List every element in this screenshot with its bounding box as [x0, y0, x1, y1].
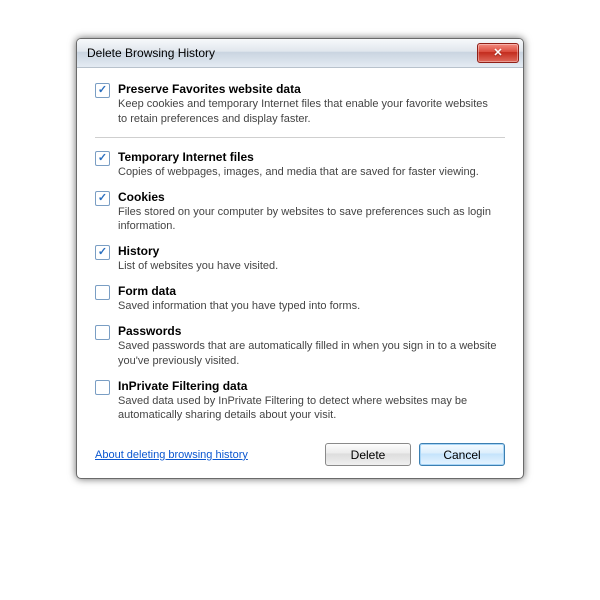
checkbox[interactable] [95, 325, 110, 340]
close-icon: ✕ [493, 48, 502, 59]
option-entry: CookiesFiles stored on your computer by … [95, 190, 505, 235]
option-label: Passwords [118, 324, 498, 338]
option-description: Saved data used by InPrivate Filtering t… [118, 394, 498, 424]
delete-button[interactable]: Delete [325, 443, 411, 466]
cancel-button[interactable]: Cancel [419, 443, 505, 466]
about-link[interactable]: About deleting browsing history [95, 449, 248, 461]
option-entry: HistoryList of websites you have visited… [95, 244, 505, 274]
option-label: Form data [118, 284, 360, 298]
option-label: History [118, 244, 278, 258]
checkbox[interactable] [95, 151, 110, 166]
divider [95, 137, 505, 138]
checkbox[interactable] [95, 285, 110, 300]
option-label: Preserve Favorites website data [118, 82, 498, 96]
checkbox[interactable] [95, 245, 110, 260]
option-label: InPrivate Filtering data [118, 379, 498, 393]
option-label: Temporary Internet files [118, 150, 479, 164]
checkbox[interactable] [95, 380, 110, 395]
option-entry: InPrivate Filtering dataSaved data used … [95, 379, 505, 424]
option-entry: Preserve Favorites website dataKeep cook… [95, 82, 505, 127]
dialog-body: Preserve Favorites website dataKeep cook… [77, 68, 523, 478]
option-label: Cookies [118, 190, 498, 204]
delete-browsing-history-dialog: Delete Browsing History ✕ Preserve Favor… [76, 38, 524, 479]
option-entry: Temporary Internet filesCopies of webpag… [95, 150, 505, 180]
dialog-footer: About deleting browsing history Delete C… [95, 433, 505, 466]
titlebar: Delete Browsing History ✕ [77, 39, 523, 68]
option-description: Copies of webpages, images, and media th… [118, 165, 479, 180]
option-description: Keep cookies and temporary Internet file… [118, 97, 498, 127]
dialog-title: Delete Browsing History [87, 46, 477, 60]
option-description: Files stored on your computer by website… [118, 205, 498, 235]
option-description: Saved information that you have typed in… [118, 299, 360, 314]
option-description: Saved passwords that are automatically f… [118, 339, 498, 369]
checkbox[interactable] [95, 191, 110, 206]
option-description: List of websites you have visited. [118, 259, 278, 274]
close-button[interactable]: ✕ [477, 43, 519, 63]
checkbox[interactable] [95, 83, 110, 98]
option-entry: Form dataSaved information that you have… [95, 284, 505, 314]
option-entry: PasswordsSaved passwords that are automa… [95, 324, 505, 369]
